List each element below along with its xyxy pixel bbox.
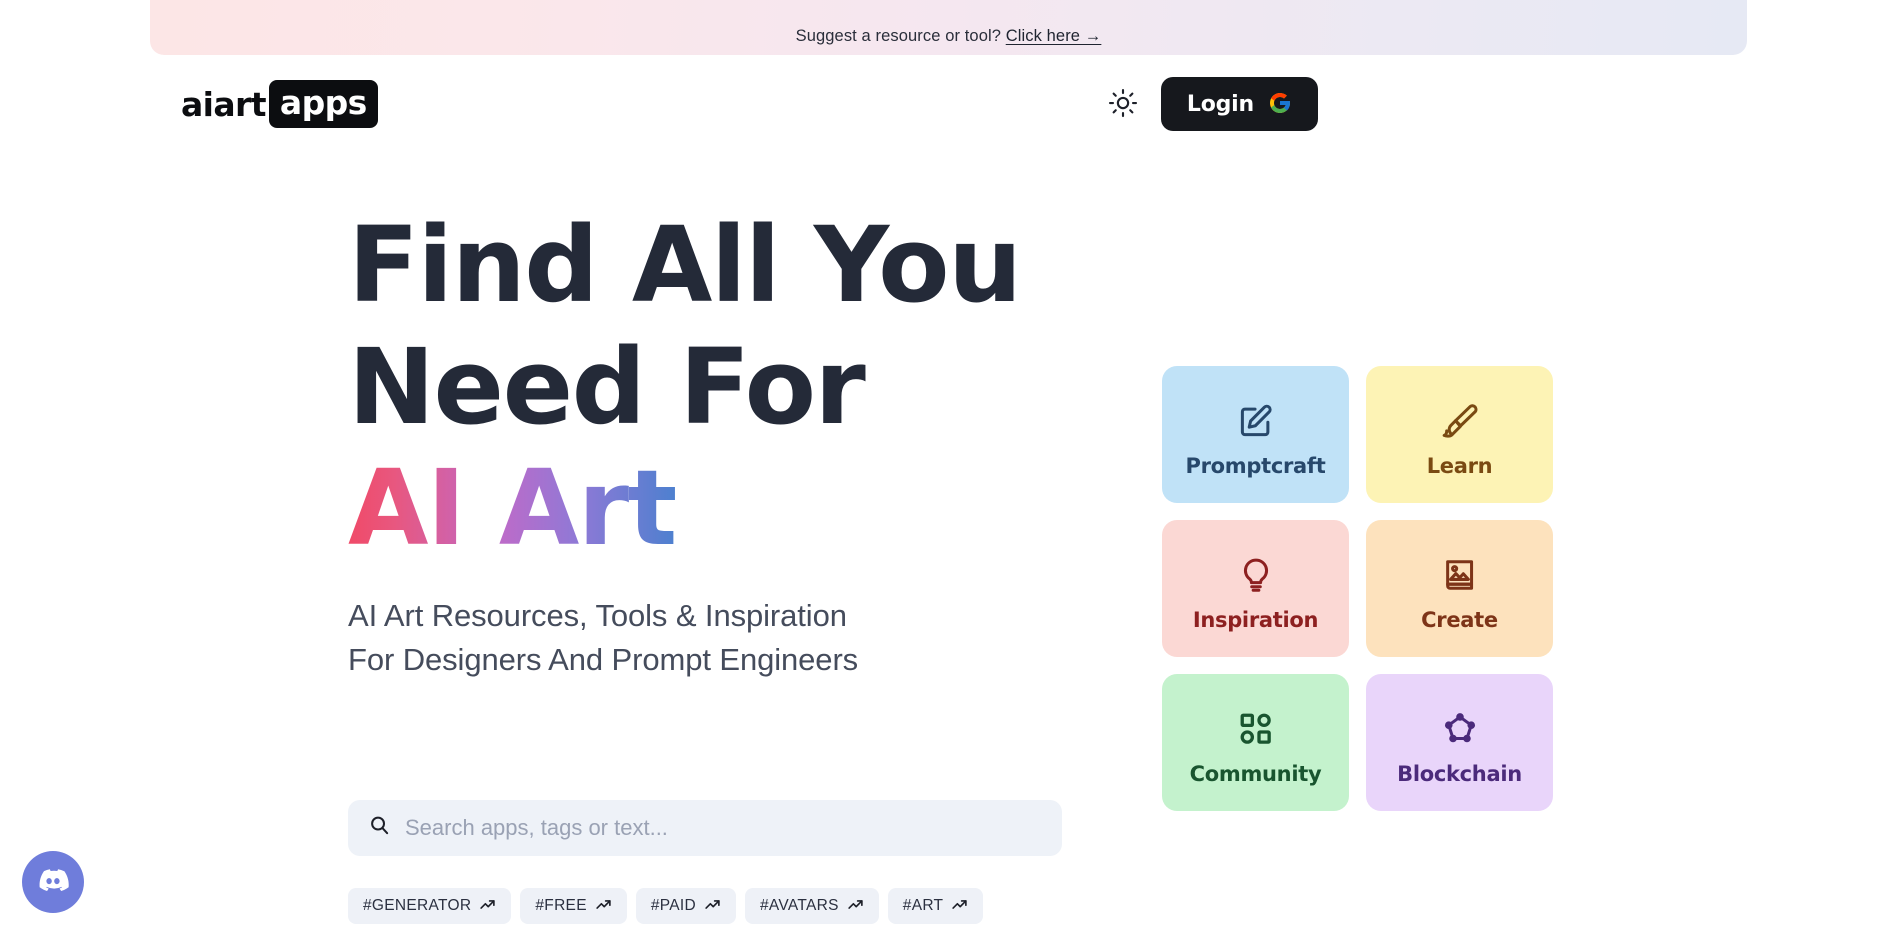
hero-section: Find All You Need For AI Art AI Art Reso… — [348, 204, 1108, 682]
sun-icon — [1108, 88, 1138, 121]
logo-badge: apps — [268, 80, 378, 128]
trending-tags: #GENERATOR #FREE #PAID #AVATARS #ART — [348, 888, 984, 924]
category-label: Community — [1189, 761, 1322, 786]
header-actions: Login — [1103, 77, 1318, 131]
hero-subtitle-line-2: For Designers And Prompt Engineers — [348, 642, 859, 678]
search-bar[interactable] — [348, 800, 1062, 856]
tag-generator[interactable]: #GENERATOR — [348, 888, 512, 924]
search-icon — [368, 814, 391, 842]
search-input[interactable] — [405, 815, 1042, 841]
headline-line-1: Find All You — [348, 204, 1022, 326]
tag-label: #PAID — [650, 897, 696, 914]
category-label: Learn — [1426, 453, 1493, 478]
announcement-link[interactable]: Click here → — [1006, 27, 1102, 45]
trending-up-icon — [847, 896, 864, 916]
trending-up-icon — [479, 896, 496, 916]
category-card-community[interactable]: Community — [1162, 674, 1349, 811]
login-button-label: Login — [1186, 91, 1254, 117]
blockchain-nodes-icon — [1441, 706, 1479, 752]
category-card-inspiration[interactable]: Inspiration — [1162, 520, 1349, 657]
tag-label: #AVATARS — [760, 897, 839, 914]
landing-page: Suggest a resource or tool? Click here →… — [0, 0, 1898, 931]
logo-word: aiart — [181, 84, 267, 124]
category-label: Promptcraft — [1185, 453, 1326, 478]
lightbulb-icon — [1237, 552, 1275, 598]
category-label: Create — [1421, 607, 1498, 632]
paint-brush-icon — [1441, 398, 1479, 444]
announcement-text: Suggest a resource or tool? Click here → — [796, 27, 1102, 46]
category-card-promptcraft[interactable]: Promptcraft — [1162, 366, 1349, 503]
category-card-blockchain[interactable]: Blockchain — [1366, 674, 1553, 811]
google-icon — [1268, 91, 1292, 118]
category-card-learn[interactable]: Learn — [1366, 366, 1553, 503]
category-label: Inspiration — [1192, 607, 1319, 632]
page-title: Find All You Need For AI Art — [348, 204, 1108, 570]
trending-up-icon — [951, 896, 968, 916]
hero-subtitle-line-1: AI Art Resources, Tools & Inspiration — [348, 598, 847, 634]
trending-up-icon — [595, 896, 612, 916]
tag-art[interactable]: #ART — [887, 888, 984, 924]
login-button[interactable]: Login — [1160, 77, 1318, 131]
tag-label: #GENERATOR — [363, 897, 472, 914]
category-grid: Promptcraft Learn Inspiration Create Com… — [1162, 366, 1553, 811]
trending-up-icon — [704, 896, 721, 916]
category-label: Blockchain — [1397, 761, 1522, 786]
category-card-create[interactable]: Create — [1366, 520, 1553, 657]
discord-icon — [35, 863, 71, 902]
tag-label: #ART — [902, 897, 944, 914]
grid-shapes-icon — [1237, 706, 1275, 752]
site-header: aiart apps Login — [0, 63, 1898, 143]
tag-paid[interactable]: #PAID — [635, 888, 736, 924]
announcement-banner: Suggest a resource or tool? Click here → — [150, 0, 1747, 55]
tag-avatars[interactable]: #AVATARS — [745, 888, 879, 924]
tag-free[interactable]: #FREE — [520, 888, 627, 924]
hero-subtitle: AI Art Resources, Tools & Inspiration Fo… — [348, 594, 1108, 682]
headline-accent: AI Art — [348, 447, 677, 570]
image-book-icon — [1441, 552, 1479, 598]
pencil-square-icon — [1237, 398, 1275, 444]
headline-line-2: Need For — [348, 325, 866, 448]
theme-toggle-button[interactable] — [1103, 84, 1143, 124]
announcement-message: Suggest a resource or tool? — [795, 27, 1002, 45]
tag-label: #FREE — [535, 897, 587, 914]
site-logo[interactable]: aiart apps — [181, 80, 378, 128]
discord-floating-button[interactable] — [22, 851, 84, 913]
